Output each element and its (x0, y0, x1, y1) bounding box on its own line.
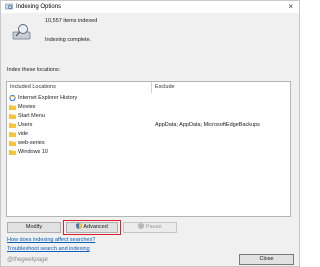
location-name: vide (18, 131, 29, 137)
location-name: Internet Explorer History (18, 95, 78, 101)
column-divider (151, 82, 152, 93)
folder-icon (9, 141, 16, 146)
table-row[interactable]: Windows 10 (9, 148, 149, 156)
column-header-exclude[interactable]: Exclude (155, 84, 175, 90)
title-bar: Indexing Options × (1, 1, 299, 13)
indexing-options-window: Indexing Options × 10,557 items indexed … (0, 0, 300, 267)
folder-icon (9, 132, 16, 137)
advanced-highlight-box (63, 220, 121, 235)
location-name: Users (18, 122, 33, 128)
indexing-status: Indexing complete. (45, 37, 92, 43)
table-row[interactable]: Movies (9, 103, 149, 111)
folder-icon (9, 114, 16, 119)
drive-search-icon (12, 24, 31, 40)
folder-icon (9, 150, 16, 155)
close-button[interactable]: Close (239, 254, 294, 265)
location-exclude: AppData; AppData; MicrosoftEdgeBackups (155, 122, 260, 128)
table-row[interactable]: Internet Explorer History (9, 94, 149, 102)
folder-icon (9, 123, 16, 128)
location-name: Movies (18, 104, 36, 110)
folder-icon (9, 105, 16, 110)
pause-button: Pause (123, 222, 177, 233)
items-indexed-count: 10,557 items indexed (45, 18, 98, 24)
watermark: @thegeekpage (7, 257, 48, 263)
modify-button[interactable]: Modify (7, 222, 61, 233)
table-row[interactable]: vide (9, 130, 149, 138)
pause-label: Pause (145, 224, 162, 230)
table-row[interactable]: Start Menu (9, 112, 149, 120)
close-icon[interactable]: × (288, 2, 293, 12)
column-header-included[interactable]: Included Locations (10, 84, 56, 90)
shield-icon (138, 223, 145, 229)
troubleshoot-link[interactable]: Troubleshoot search and indexing (7, 246, 90, 252)
indexing-options-icon (5, 3, 13, 10)
locations-table[interactable]: Included Locations Exclude Internet Expl… (6, 81, 291, 217)
window-title: Indexing Options (16, 4, 62, 10)
ie-icon (9, 95, 16, 101)
location-name: Windows 10 (18, 149, 48, 155)
index-locations-label: Index these locations: (7, 67, 61, 73)
location-name: web-series (18, 140, 45, 146)
table-row[interactable]: Users (9, 121, 149, 129)
indexing-affect-searches-link[interactable]: How does indexing affect searches? (7, 237, 95, 243)
table-row[interactable]: web-series (9, 139, 149, 147)
location-name: Start Menu (18, 113, 45, 119)
